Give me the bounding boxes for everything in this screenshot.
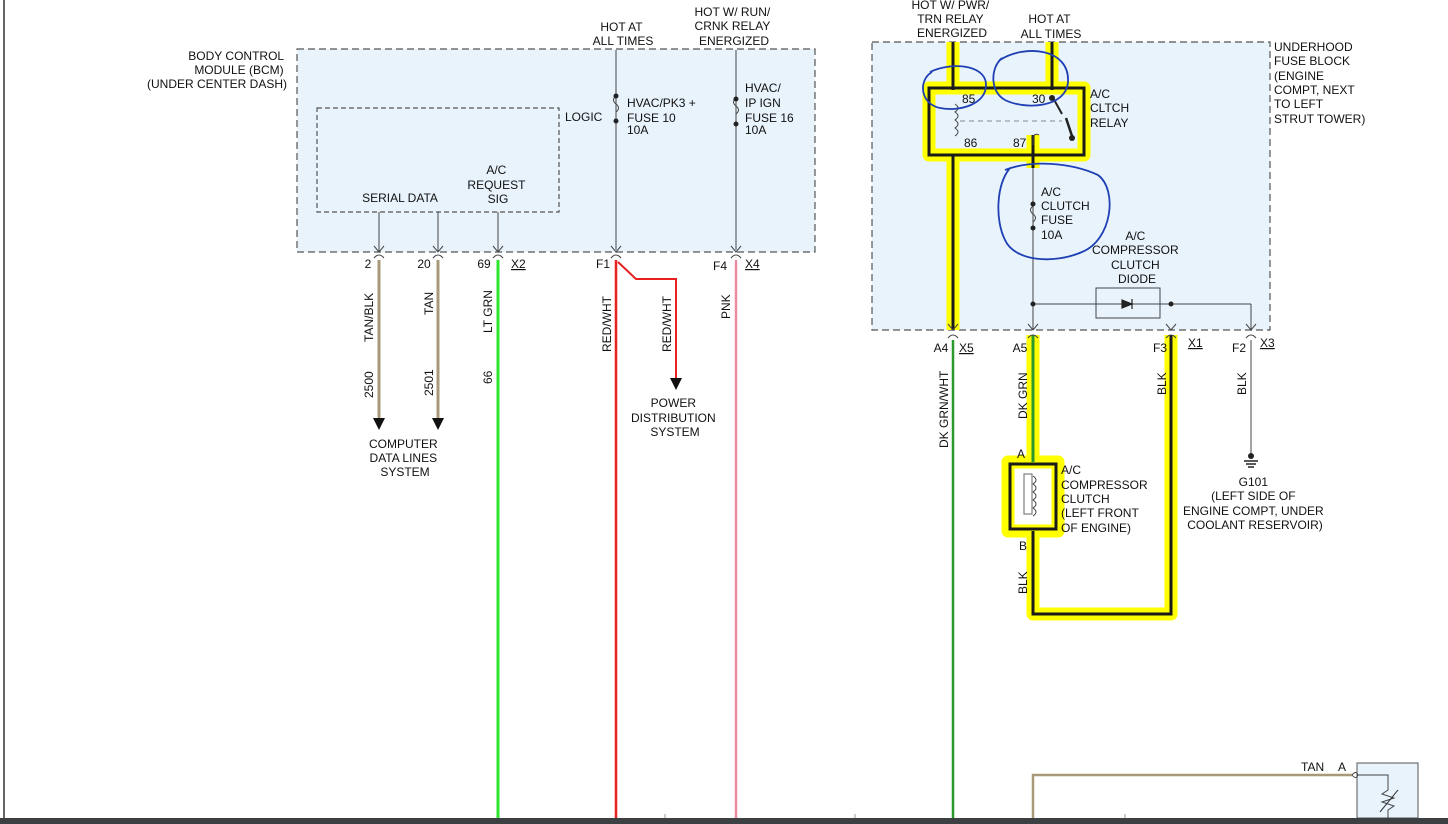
- conn-x5: X5: [959, 341, 974, 355]
- wire-label-lt-grn: LT GRN: [481, 290, 495, 333]
- wiring-diagram: BODY CONTROL MODULE (BCM) (UNDER CENTER …: [3, 0, 1419, 819]
- bcm-title: BODY CONTROL MODULE (BCM) (UNDER CENTER …: [147, 49, 287, 91]
- circuit-66: 66: [481, 370, 495, 384]
- conn-x2: X2: [511, 257, 526, 271]
- wire-label-blk-f2: BLK: [1235, 372, 1249, 395]
- g101-label: G101 (LEFT SIDE OF ENGINE COMPT, UNDER C…: [1183, 475, 1327, 532]
- hot-at-all-times-2-label: HOT AT ALL TIMES: [1021, 12, 1082, 41]
- tan-pin-a: A: [1338, 760, 1346, 774]
- pin-20: 20: [417, 257, 431, 271]
- fuse16-dot-bottom: [733, 121, 739, 127]
- pin-f3: F3: [1153, 341, 1167, 355]
- underhood-label: UNDERHOOD FUSE BLOCK (ENGINE COMPT, NEXT…: [1274, 40, 1365, 126]
- circuit-2500: 2500: [362, 371, 376, 398]
- hot-run-crnk-label: HOT W/ RUN/ CRNK RELAY ENERGIZED: [694, 5, 773, 48]
- pin-69: 69: [477, 257, 491, 271]
- clutch-fuse-dot-bottom: [1030, 225, 1036, 231]
- pin-f1: F1: [596, 257, 610, 271]
- fuse10-dot-bottom: [613, 118, 619, 124]
- arrow-power-dist: [670, 378, 682, 390]
- logic-block: [316, 107, 560, 213]
- computer-data-lines-label: COMPUTER DATA LINES SYSTEM: [369, 437, 441, 479]
- arrow-2500: [373, 418, 385, 430]
- bottom-scroll-bar[interactable]: [0, 818, 1448, 824]
- conn-x3: X3: [1260, 336, 1275, 350]
- serial-data-label: SERIAL DATA: [362, 191, 438, 205]
- pin-f4: F4: [713, 259, 727, 273]
- wire-label-dk-grn-wht: DK GRN/WHT: [937, 370, 951, 448]
- hot-pwr-trn-label: HOT W/ PWR/ TRN RELAY ENERGIZED: [911, 0, 992, 40]
- hot-at-all-times-label: HOT AT ALL TIMES: [593, 20, 654, 48]
- comp-pin-a: A: [1017, 447, 1025, 461]
- diode-junction-right: [1168, 301, 1174, 307]
- wire-label-blk-b: BLK: [1016, 571, 1030, 594]
- wire-label-red-wht: RED/WHT: [600, 295, 614, 352]
- pin-f2: F2: [1232, 341, 1246, 355]
- diode-junction-left: [1030, 301, 1036, 307]
- power-distribution-label: POWER DISTRIBUTION SYSTEM: [631, 396, 719, 439]
- conn-x1: X1: [1188, 336, 1203, 350]
- ground-symbol: [1244, 453, 1258, 468]
- wire-label-tan-bottom: TAN: [1301, 760, 1324, 774]
- wire-label-tan-blk: TAN/BLK: [362, 293, 376, 342]
- arrow-2501: [432, 418, 444, 430]
- wire-label-tan: TAN: [422, 292, 436, 315]
- wire-label-blk-f3: BLK: [1155, 372, 1169, 395]
- compressor-label: A/C COMPRESSOR CLUTCH (LEFT FRONT OF ENG…: [1061, 463, 1151, 535]
- clutch-fuse-dot-top: [1030, 201, 1036, 207]
- circuit-2501: 2501: [422, 369, 436, 396]
- conn-x4: X4: [745, 257, 760, 271]
- compressor-core: [1023, 473, 1033, 515]
- pin-a4: A4: [934, 341, 949, 355]
- wire-label-red-wht-branch: RED/WHT: [660, 295, 674, 352]
- pin-2: 2: [365, 257, 372, 271]
- comp-pin-b: B: [1019, 539, 1027, 553]
- pin-a5: A5: [1013, 341, 1028, 355]
- relay-pin-87: 87: [1013, 136, 1027, 150]
- fuse16-dot-top: [733, 96, 739, 102]
- wire-tan-bottom: [1031, 773, 1352, 818]
- logic-label: LOGIC: [565, 110, 603, 124]
- wire-label-pnk: PNK: [719, 294, 733, 319]
- relay-pin-86: 86: [964, 136, 978, 150]
- wire-label-dk-grn: DK GRN: [1016, 372, 1030, 419]
- fuse10-dot-top: [613, 93, 619, 99]
- compressor-coil: [1032, 475, 1037, 517]
